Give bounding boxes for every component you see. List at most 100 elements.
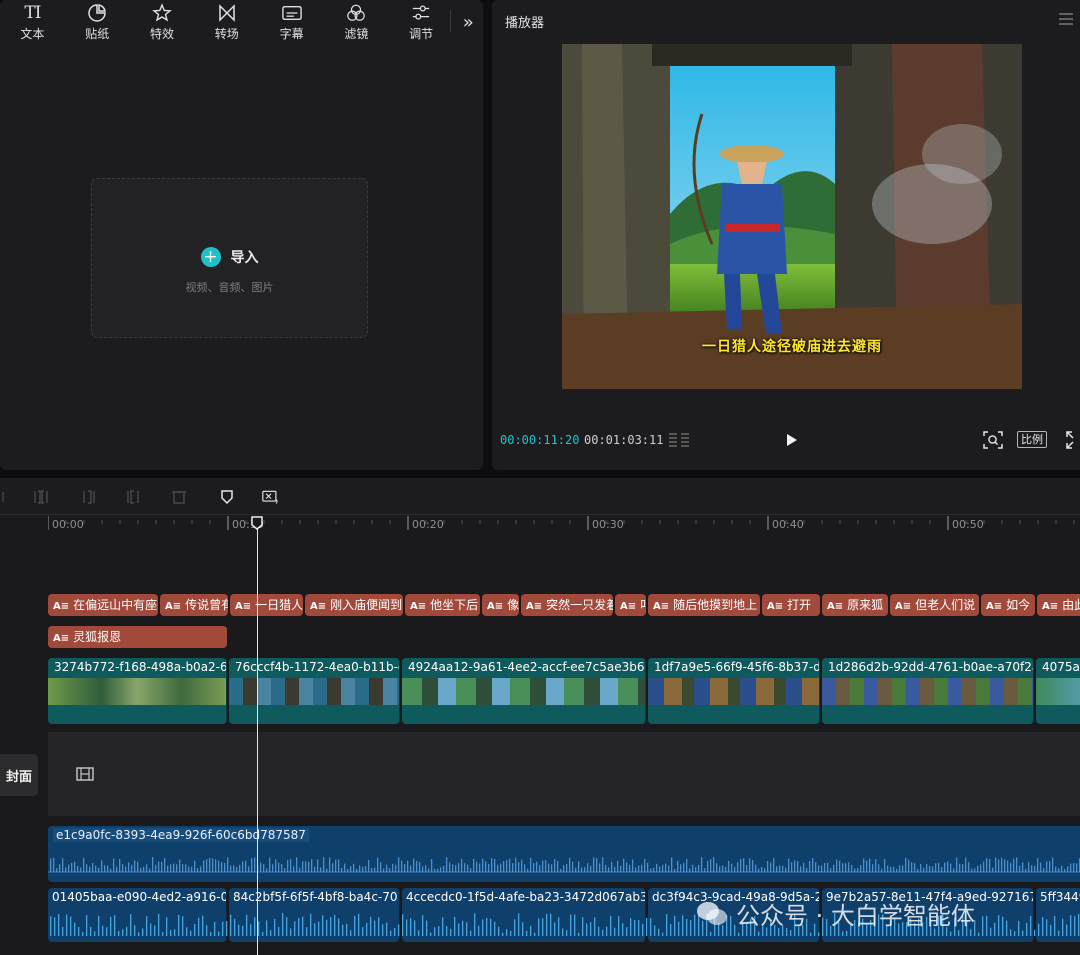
waveform-bar <box>404 864 406 872</box>
waveform-bar <box>430 932 432 936</box>
waveform-bar <box>198 917 200 936</box>
music-clip-name: e1c9a0fc-8393-4ea9-926f-60c6bd787587 <box>53 828 309 842</box>
caption-clip[interactable]: A≡ 传说曾有 <box>160 594 228 616</box>
caption-clip[interactable]: A≡叫 <box>615 594 646 616</box>
caption-clip[interactable]: A≡ 如今 <box>981 594 1035 616</box>
tool-filter[interactable]: 滤镜 <box>324 0 389 44</box>
caption-clip[interactable]: A≡ 随后他摸到地上 <box>648 594 760 616</box>
waveform-bar <box>978 932 980 936</box>
waveform-bar <box>293 866 295 872</box>
waveform-bar <box>644 858 646 872</box>
waveform-bar <box>346 923 348 936</box>
waveform-bar <box>737 862 739 872</box>
tool-transition[interactable]: 转场 <box>194 0 259 44</box>
waveform-bar <box>752 859 754 872</box>
waveform-bar <box>473 858 475 872</box>
play-icon[interactable] <box>784 432 800 448</box>
clip-thumbnails <box>229 678 399 705</box>
clip-thumbnails <box>402 678 645 705</box>
playhead-line[interactable] <box>257 518 258 955</box>
waveform-bar <box>342 924 344 936</box>
fit-view-icon[interactable] <box>983 431 1003 449</box>
caption-clip[interactable]: A≡ 打开 <box>762 594 820 616</box>
caption-clip[interactable]: A≡ 刚入庙便闻到 <box>305 594 403 616</box>
waveform-bar <box>1052 857 1054 872</box>
filter-icon <box>346 3 366 23</box>
time-ruler[interactable]: 00:00 00:10 00:20 00:30 00:40 00:50 <box>48 514 1080 536</box>
cover-button[interactable]: 封面 <box>0 754 38 796</box>
waveform-bar <box>1070 915 1072 936</box>
tool-sticker[interactable]: 贴纸 <box>65 0 130 44</box>
waveform-bar <box>80 867 82 872</box>
waveform-bar <box>479 863 481 872</box>
tool-text[interactable]: TI 文本 <box>0 0 65 44</box>
video-clip[interactable]: 76cccf4b-1172-4ea0-b11b-e4 <box>229 658 400 724</box>
undo-icon[interactable] <box>0 488 14 506</box>
waveform-bar <box>274 918 276 936</box>
waveform-bar <box>173 863 175 872</box>
waveform-bar <box>284 868 286 872</box>
waveform-bar <box>666 914 668 936</box>
waveform-bar <box>599 863 601 872</box>
waveform-bar <box>366 922 368 936</box>
caption-clip[interactable]: A≡ 但老人们说 <box>890 594 979 616</box>
caption-clip[interactable]: A≡ 像 <box>482 594 519 616</box>
caption-clip[interactable]: A≡由此 <box>1037 594 1080 616</box>
video-clip[interactable]: 1d286d2b-92dd-4761-b0ae-a70f2ae3 <box>822 658 1034 724</box>
tool-caption[interactable]: 字幕 <box>259 0 324 44</box>
waveform-bar <box>1076 863 1078 872</box>
delete-right-icon[interactable] <box>124 488 142 506</box>
caption-clip[interactable]: A≡ 在偏远山中有座 <box>48 594 158 616</box>
marker-icon[interactable] <box>218 488 236 506</box>
waveform-bar <box>1022 862 1024 872</box>
delete-left-icon[interactable] <box>80 488 98 506</box>
waveform-bar <box>209 857 211 872</box>
waveform-bar <box>551 864 553 872</box>
split-icon[interactable] <box>32 488 50 506</box>
watermark: 公众号 · 大白学智能体 <box>696 896 975 931</box>
waveform-bar <box>170 864 172 872</box>
title-text-clip[interactable]: A≡ 灵狐报恩 <box>48 626 227 648</box>
trash-icon[interactable] <box>170 488 188 506</box>
waveform-bar <box>950 931 952 936</box>
caption-icon <box>281 3 302 23</box>
caption-clip[interactable]: A≡ 突然一只发着 <box>521 594 613 616</box>
waveform-bar <box>392 863 394 872</box>
waveform-bar <box>227 857 229 872</box>
fullscreen-icon[interactable] <box>1066 431 1080 449</box>
video-clip[interactable]: 4075a <box>1036 658 1080 724</box>
waveform-bar <box>521 859 523 872</box>
waveform-bar <box>461 858 463 872</box>
caption-clip[interactable]: A≡ 一日猎人 <box>230 594 303 616</box>
waveform-bar <box>155 864 157 872</box>
waveform-bar <box>1050 924 1052 936</box>
video-clip[interactable]: 1df7a9e5-66f9-45f6-8b37-d9 <box>648 658 820 724</box>
video-preview[interactable]: 一日猎人途径破庙进去避雨 <box>562 44 1022 389</box>
video-clip[interactable]: 3274b772-f168-498a-b0a2-6d9 <box>48 658 227 724</box>
caption-clip[interactable]: A≡ 他坐下后 <box>405 594 480 616</box>
more-tools-button[interactable]: » <box>454 0 483 44</box>
menu-icon[interactable] <box>1058 12 1074 26</box>
waveform-bar <box>618 916 620 936</box>
video-clip[interactable]: 4924aa12-9a61-4ee2-accf-ee7c5ae3b682 <box>402 658 646 724</box>
waveform-bar <box>90 926 92 936</box>
empty-overlay-track[interactable] <box>48 732 1080 816</box>
music-track-clip[interactable]: e1c9a0fc-8393-4ea9-926f-60c6bd787587 <box>48 826 1080 882</box>
waveform-bar <box>794 860 796 872</box>
waveform-bar <box>1034 929 1036 936</box>
waveform-bar <box>286 917 288 936</box>
plus-icon[interactable]: + <box>200 247 221 267</box>
waveform-bar <box>698 864 700 872</box>
playhead-handle[interactable] <box>251 516 263 530</box>
tool-label: 特效 <box>149 26 174 41</box>
timeline-grid-icon[interactable] <box>667 432 691 448</box>
import-dropzone[interactable]: + 导入 视频、音频、图片 <box>91 178 368 338</box>
tool-adjust[interactable]: 调节 <box>389 0 454 44</box>
auto-caption-icon[interactable] <box>262 488 280 506</box>
tool-effects[interactable]: 特效 <box>130 0 195 44</box>
aspect-ratio-button[interactable]: 比例 <box>1017 431 1047 448</box>
waveform-bar <box>1034 866 1036 872</box>
waveform-bar <box>1013 858 1015 872</box>
waveform-bar <box>596 858 598 872</box>
caption-clip[interactable]: A≡ 原来狐 <box>822 594 888 616</box>
